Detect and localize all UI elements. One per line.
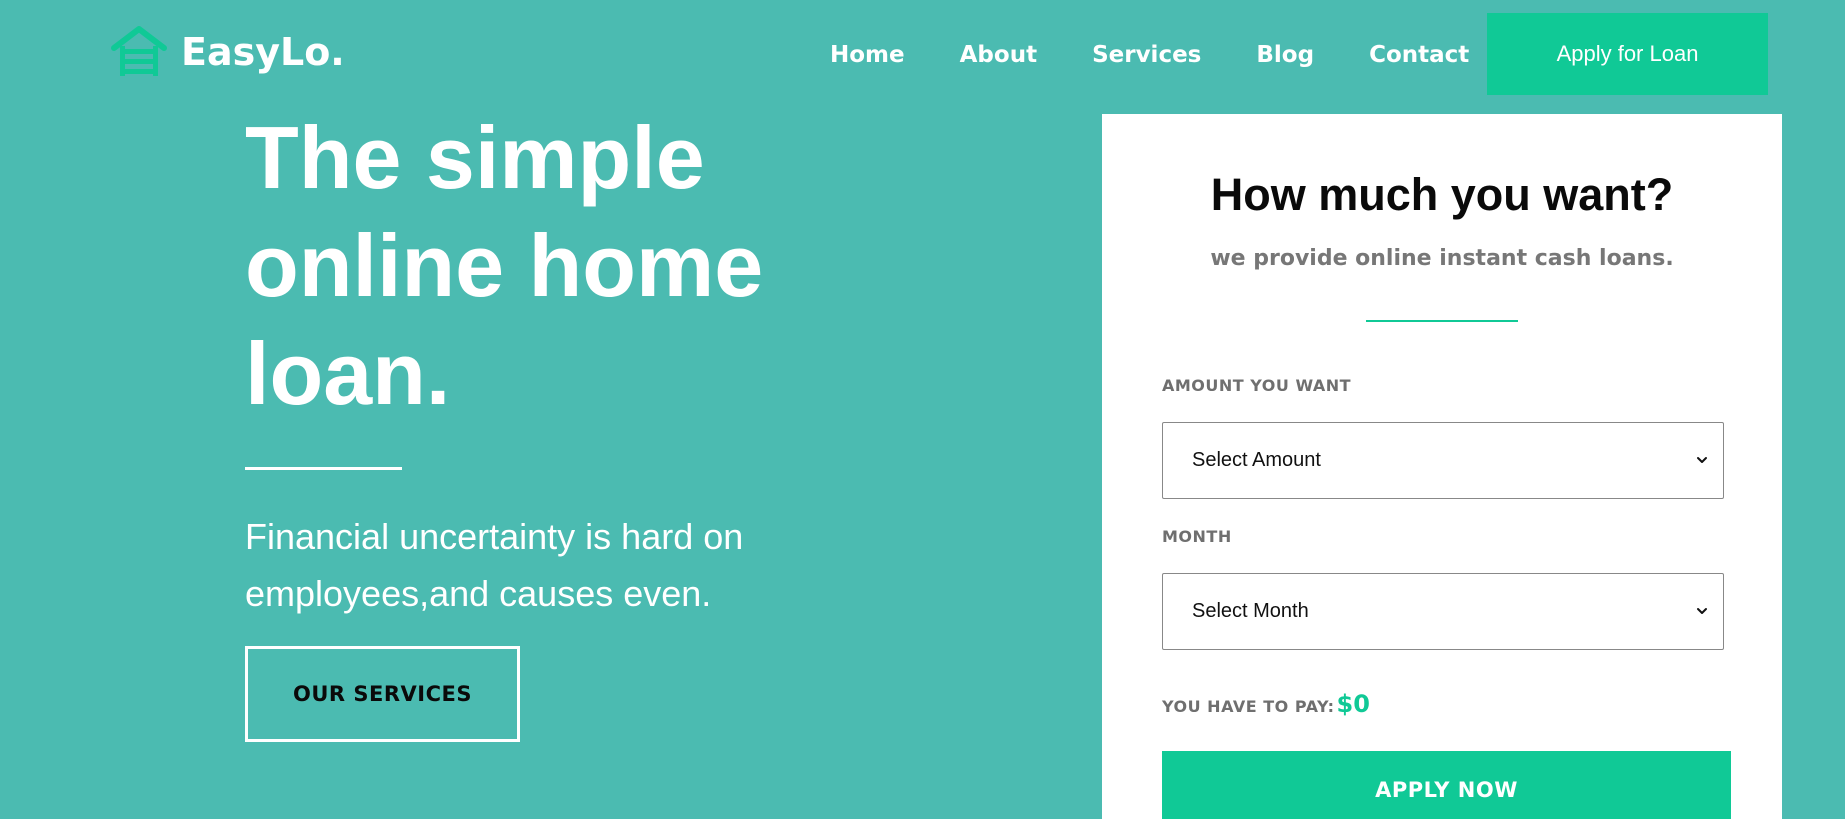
month-select[interactable]: Select Month xyxy=(1162,573,1724,650)
card-title: How much you want? xyxy=(1210,169,1674,220)
hero-subtitle: Financial uncertainty is hard on employe… xyxy=(245,516,744,614)
chevron-down-icon xyxy=(1697,608,1707,614)
hero-divider xyxy=(245,467,402,470)
hero-title: The simple online home loan. xyxy=(245,108,764,423)
our-services-button[interactable]: OUR SERVICES xyxy=(245,646,520,742)
apply-now-button[interactable]: APPLY NOW xyxy=(1162,751,1731,819)
nav-contact[interactable]: Contact xyxy=(1369,38,1469,72)
card-subtitle: we provide online instant cash loans. xyxy=(1210,246,1674,271)
amount-select[interactable]: Select Amount xyxy=(1162,422,1724,499)
loan-calculator-card: How much you want? we provide online ins… xyxy=(1102,114,1782,819)
pay-label: YOU HAVE TO PAY: xyxy=(1162,697,1335,716)
nav-home[interactable]: Home xyxy=(830,38,905,72)
amount-label: AMOUNT YOU WANT xyxy=(1162,376,1352,395)
card-divider xyxy=(1366,320,1518,322)
nav-about[interactable]: About xyxy=(960,38,1037,72)
brand-logo[interactable]: EasyLo. xyxy=(110,26,345,78)
month-label: MONTH xyxy=(1162,527,1232,546)
brand-name: EasyLo. xyxy=(181,30,345,74)
house-stack-icon xyxy=(111,26,167,76)
pay-value: $0 xyxy=(1336,690,1370,718)
pay-summary: YOU HAVE TO PAY: $0 xyxy=(1162,690,1370,718)
nav-blog[interactable]: Blog xyxy=(1256,38,1314,72)
main-nav: Home About Services Blog Contact xyxy=(830,38,1524,72)
nav-services[interactable]: Services xyxy=(1092,38,1201,72)
chevron-down-icon xyxy=(1697,457,1707,463)
apply-for-loan-button[interactable]: Apply for Loan xyxy=(1487,13,1768,95)
month-select-value: Select Month xyxy=(1192,600,1309,622)
amount-select-value: Select Amount xyxy=(1192,449,1321,471)
